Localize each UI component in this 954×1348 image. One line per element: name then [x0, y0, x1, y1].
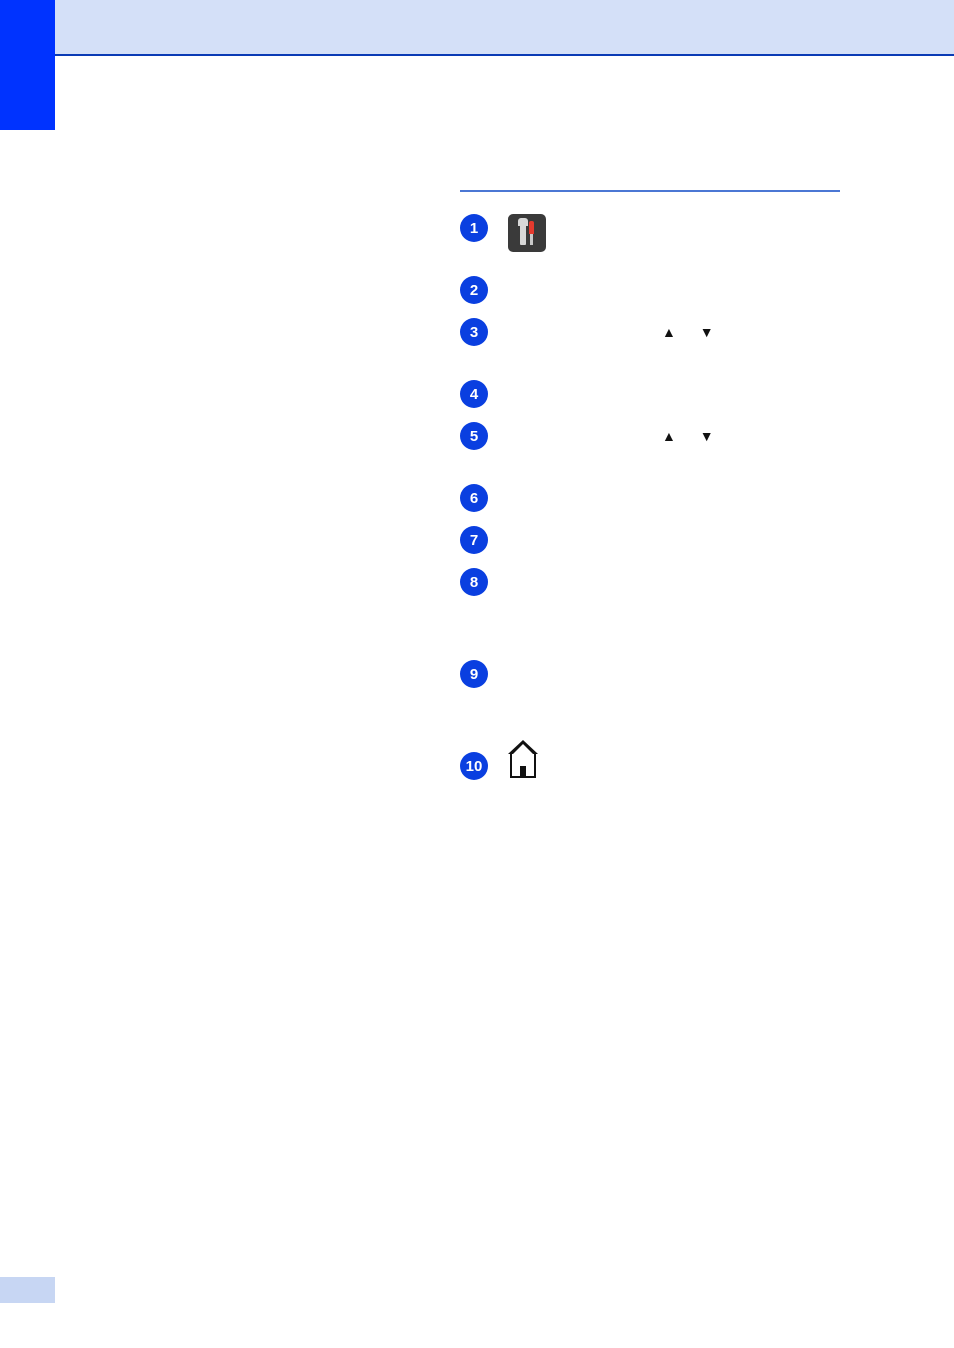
- step-body: [508, 214, 840, 252]
- screwdriver-icon: [529, 221, 534, 245]
- step-6: 6: [460, 484, 840, 514]
- step-2: 2: [460, 276, 840, 306]
- step-10: 10: [460, 752, 840, 782]
- step-body: [508, 660, 840, 688]
- step-body: [508, 380, 840, 408]
- home-icon: [510, 754, 536, 778]
- up-down-arrows-icon: ▲ ▼: [662, 428, 724, 444]
- step-5: 5 ▲ ▼: [460, 422, 840, 472]
- step-badge: 8: [460, 568, 488, 596]
- step-3: 3 ▲ ▼: [460, 318, 840, 368]
- section-rule: [460, 190, 840, 192]
- up-down-arrows-icon: ▲ ▼: [662, 324, 724, 340]
- wrench-icon: [520, 221, 526, 245]
- step-badge: 3: [460, 318, 488, 346]
- tools-icon: [508, 214, 546, 252]
- step-badge: 10: [460, 752, 488, 780]
- content-column: 1 2 3 ▲ ▼ 4 5: [460, 190, 840, 794]
- step-1: 1: [460, 214, 840, 264]
- home-door-icon: [520, 766, 526, 776]
- step-body: [508, 568, 840, 596]
- header-rule: [55, 54, 954, 56]
- step-9: 9: [460, 660, 840, 740]
- step-badge: 1: [460, 214, 488, 242]
- step-8: 8: [460, 568, 840, 648]
- chapter-tab: [0, 0, 55, 130]
- step-body: [508, 276, 840, 304]
- step-body: [508, 526, 840, 554]
- page: 1 2 3 ▲ ▼ 4 5: [0, 0, 954, 1348]
- step-badge: 4: [460, 380, 488, 408]
- step-badge: 7: [460, 526, 488, 554]
- step-body: [508, 752, 840, 780]
- step-4: 4: [460, 380, 840, 410]
- step-badge: 5: [460, 422, 488, 450]
- step-badge: 2: [460, 276, 488, 304]
- step-body: [508, 484, 840, 512]
- step-7: 7: [460, 526, 840, 556]
- page-number: [0, 1277, 55, 1303]
- step-body: ▲ ▼: [508, 422, 840, 450]
- step-body: ▲ ▼: [508, 318, 840, 346]
- header-band: [55, 0, 954, 54]
- step-badge: 6: [460, 484, 488, 512]
- step-badge: 9: [460, 660, 488, 688]
